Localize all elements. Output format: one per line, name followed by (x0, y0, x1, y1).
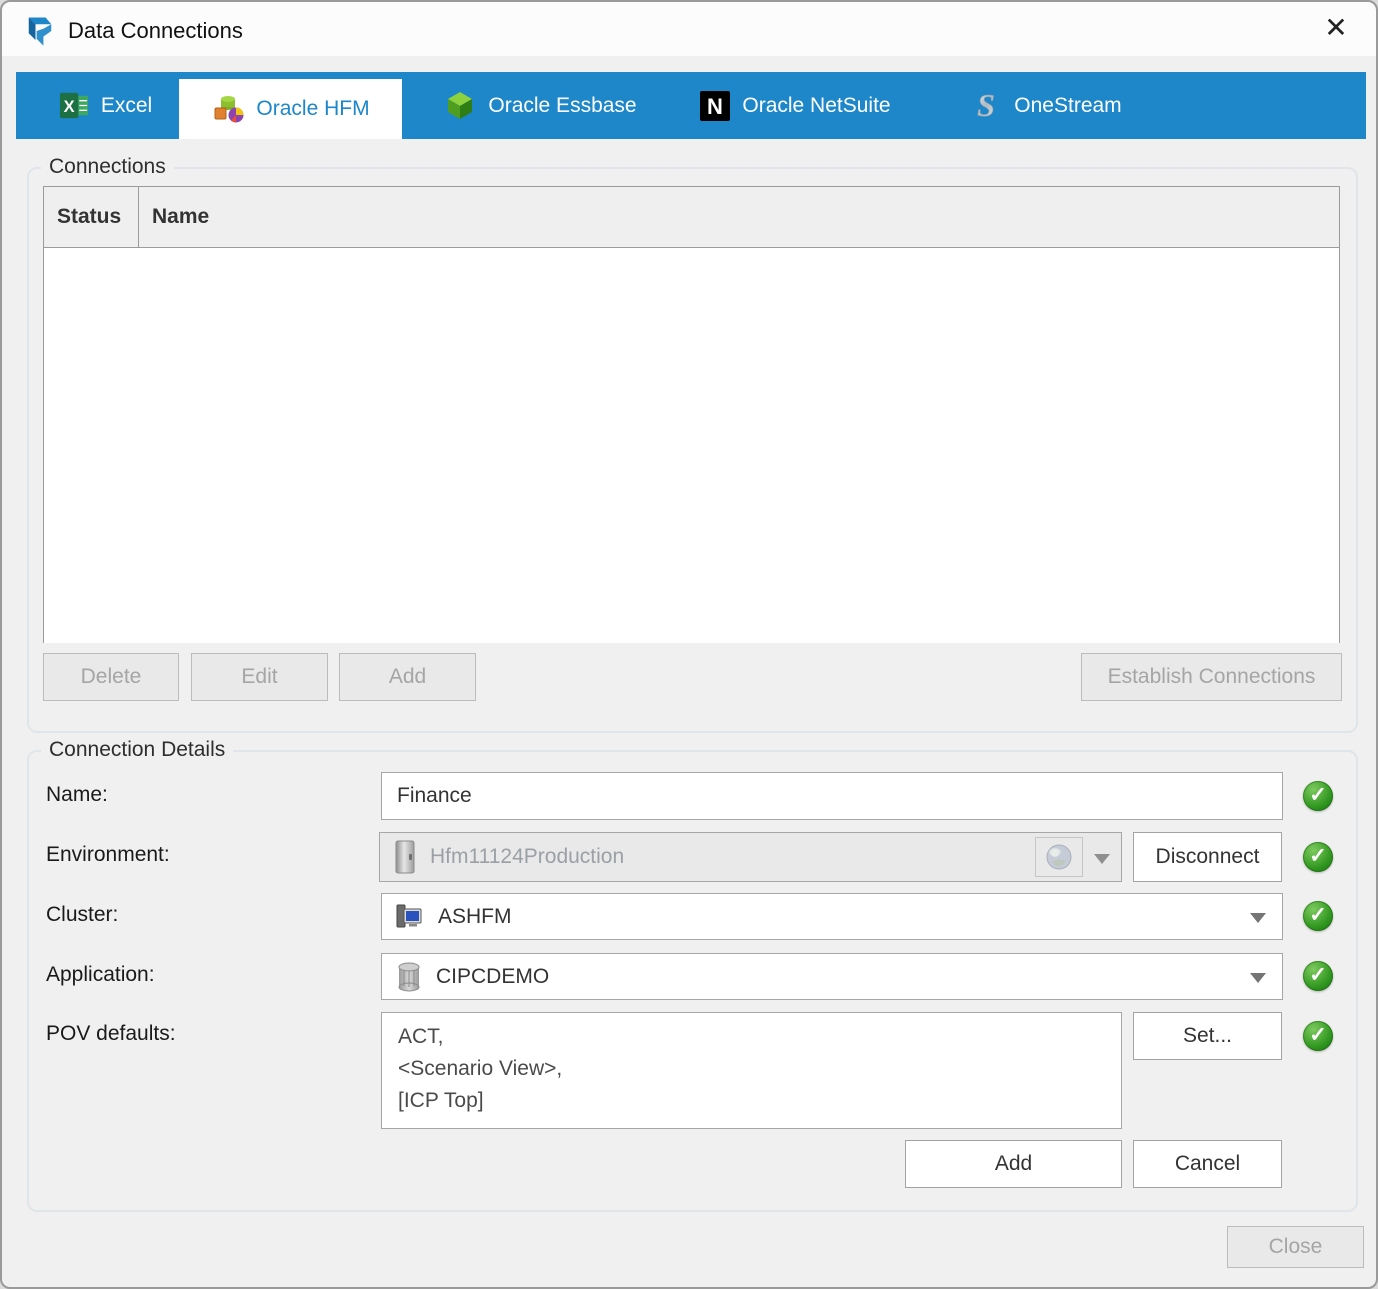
svg-text:S: S (977, 89, 995, 122)
application-label: Application: (46, 963, 155, 986)
set-pov-button[interactable]: Set... (1133, 1012, 1282, 1060)
close-icon[interactable]: ✕ (1318, 10, 1354, 46)
window-title: Data Connections (68, 18, 243, 43)
environment-valid-check-icon (1303, 842, 1333, 872)
edit-button[interactable]: Edit (191, 653, 328, 701)
tab-label: Excel (100, 93, 153, 117)
oracle-netsuite-icon: N (700, 90, 731, 121)
add-details-button[interactable]: Add (905, 1140, 1122, 1188)
cluster-value: ASHFM (438, 904, 512, 928)
svg-text:X: X (63, 98, 74, 116)
connection-details-legend: Connection Details (41, 738, 234, 762)
pov-valid-check-icon (1303, 1021, 1333, 1051)
cancel-button[interactable]: Cancel (1133, 1140, 1282, 1188)
oracle-hfm-icon (214, 96, 244, 123)
column-header-name[interactable]: Name (139, 187, 1339, 247)
column-header-status[interactable]: Status (44, 187, 139, 247)
cluster-combo[interactable]: ASHFM (381, 893, 1283, 940)
server-icon (395, 840, 415, 874)
oracle-essbase-icon (448, 91, 473, 119)
tab-bar: X Excel Oracle HFM Oracle Essbase N Orac… (16, 72, 1366, 139)
environment-dropdown-icon[interactable] (1094, 854, 1110, 864)
app-logo-icon (28, 17, 52, 46)
connection-details-group: Connection Details Name: Environment: Hf… (27, 738, 1358, 1212)
application-valid-check-icon (1303, 961, 1333, 991)
environment-label: Environment: (46, 843, 170, 866)
connections-table[interactable]: Status Name (43, 186, 1340, 643)
connections-legend: Connections (41, 155, 174, 179)
environment-globe-box (1035, 837, 1083, 877)
tab-oracle-netsuite[interactable]: N Oracle NetSuite (670, 72, 920, 139)
environment-value: Hfm11124Production (430, 845, 625, 868)
delete-button[interactable]: Delete (43, 653, 179, 701)
connections-group: Connections Status Name Delete Edit Add … (27, 155, 1358, 733)
computer-icon (396, 904, 422, 927)
tab-label: OneStream (1014, 93, 1122, 117)
pov-defaults-textarea[interactable]: ACT, <Scenario View>, [ICP Top] (381, 1012, 1122, 1129)
application-combo[interactable]: CIPCDEMO (381, 953, 1283, 1000)
globe-icon (1046, 844, 1072, 870)
cluster-dropdown-icon[interactable] (1250, 913, 1266, 923)
add-connection-button[interactable]: Add (339, 653, 476, 701)
data-connections-dialog: Data Connections ✕ X Excel Oracle HFM Or… (0, 0, 1378, 1289)
tab-label: Oracle Essbase (488, 93, 637, 117)
title-bar: Data Connections ✕ (2, 2, 1376, 56)
name-label: Name: (46, 783, 108, 806)
disconnect-button[interactable]: Disconnect (1133, 832, 1282, 882)
tab-excel[interactable]: X Excel (32, 72, 179, 139)
name-valid-check-icon (1303, 781, 1333, 811)
application-dropdown-icon[interactable] (1250, 973, 1266, 983)
environment-combo[interactable]: Hfm11124Production (379, 832, 1122, 882)
cluster-valid-check-icon (1303, 901, 1333, 931)
excel-icon: X (59, 92, 88, 119)
tab-oracle-hfm[interactable]: Oracle HFM (179, 79, 402, 139)
application-value: CIPCDEMO (436, 964, 550, 988)
onestream-icon: S (977, 89, 995, 122)
connections-table-body[interactable] (44, 248, 1339, 643)
svg-text:N: N (707, 94, 723, 119)
connections-table-header: Status Name (44, 187, 1339, 248)
tab-onestream[interactable]: S OneStream (940, 72, 1152, 139)
tab-label: Oracle NetSuite (742, 93, 891, 117)
pov-defaults-label: POV defaults: (46, 1022, 176, 1045)
database-icon (398, 962, 420, 991)
close-button[interactable]: Close (1227, 1226, 1364, 1268)
cluster-label: Cluster: (46, 903, 119, 926)
establish-connections-button[interactable]: Establish Connections (1081, 653, 1342, 701)
tab-label: Oracle HFM (256, 97, 370, 120)
tab-oracle-essbase[interactable]: Oracle Essbase (421, 72, 659, 139)
name-input[interactable] (381, 772, 1283, 820)
